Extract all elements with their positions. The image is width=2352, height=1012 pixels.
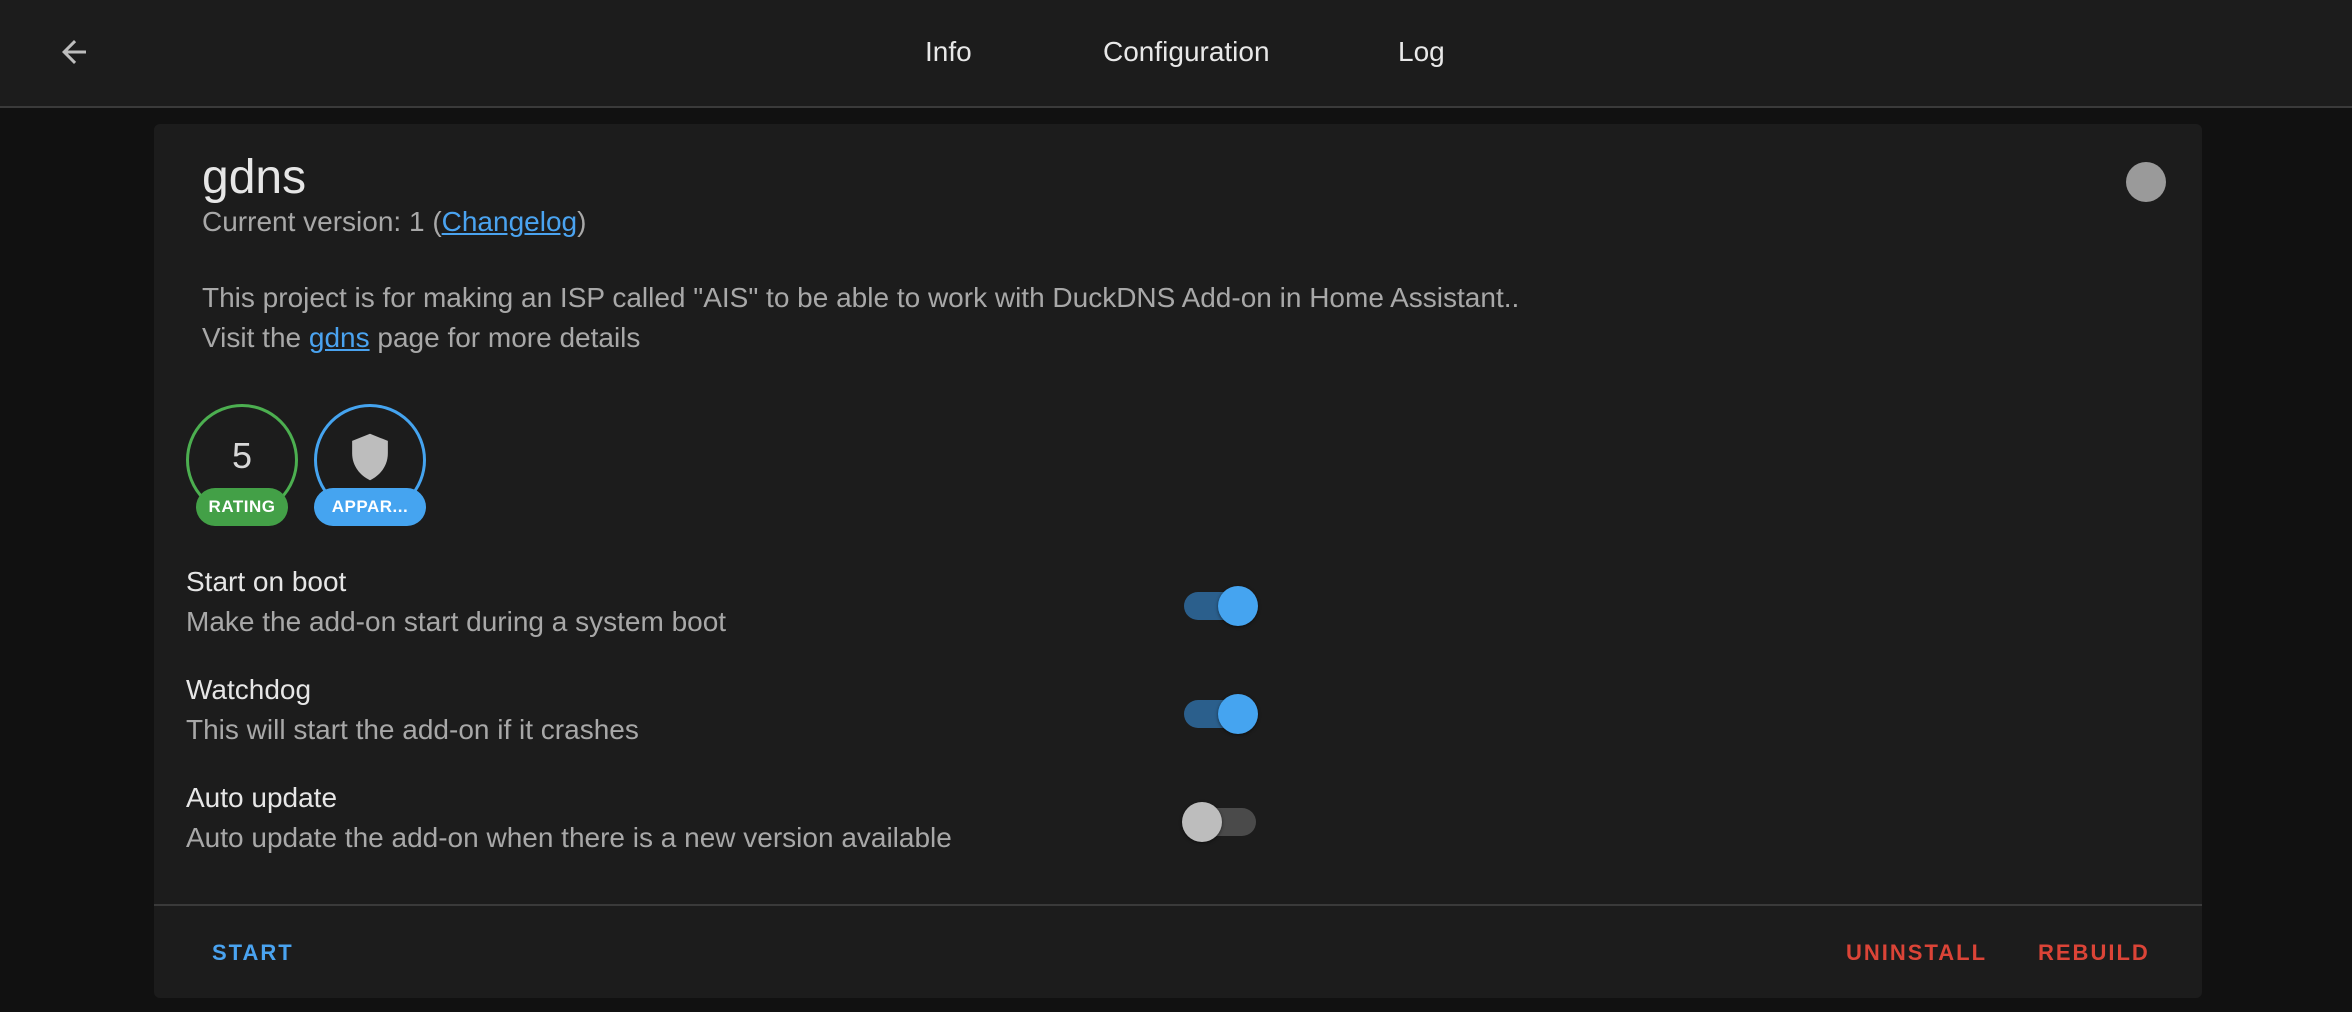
back-button[interactable]: [48, 28, 100, 76]
apparmor-badge[interactable]: APPAR...: [314, 404, 426, 526]
start-on-boot-toggle[interactable]: [1184, 582, 1258, 626]
rebuild-button[interactable]: REBUILD: [2038, 940, 2150, 966]
toggle-thumb: [1182, 802, 1222, 842]
tab-log[interactable]: Log: [1398, 0, 1445, 104]
setting-watchdog-title: Watchdog: [186, 674, 312, 705]
visit-line: Visit the gdns page for more details: [202, 318, 1519, 358]
setting-watchdog-subtitle: This will start the add-on if it crashes: [186, 714, 639, 745]
description-text: This project is for making an ISP called…: [202, 282, 1520, 313]
start-button[interactable]: START: [212, 940, 294, 966]
version-prefix: Current version: 1 (: [202, 206, 442, 237]
version-suffix: ): [577, 206, 587, 237]
auto-update-toggle[interactable]: [1182, 798, 1258, 842]
arrow-left-icon: [62, 40, 86, 64]
addon-description: This project is for making an ISP called…: [202, 278, 1519, 358]
addon-info-card: gdns Current version: 1 (Changelog) This…: [154, 124, 2202, 998]
toggle-thumb: [1218, 694, 1258, 734]
toggle-thumb: [1218, 586, 1258, 626]
tab-info[interactable]: Info: [925, 0, 972, 104]
uninstall-button[interactable]: UNINSTALL: [1846, 940, 1987, 966]
watchdog-toggle[interactable]: [1184, 690, 1258, 734]
setting-start-on-boot-subtitle: Make the add-on start during a system bo…: [186, 606, 727, 637]
changelog-link[interactable]: Changelog: [442, 206, 577, 237]
addon-page-link[interactable]: gdns: [309, 322, 370, 353]
status-indicator: [2126, 162, 2166, 202]
visit-suffix: page for more details: [369, 322, 641, 353]
apparmor-label: APPAR...: [314, 488, 426, 526]
addon-title: gdns: [202, 151, 307, 204]
tab-configuration[interactable]: Configuration: [1103, 0, 1270, 104]
setting-start-on-boot-title: Start on boot: [186, 566, 347, 597]
card-actions-divider: [154, 904, 2202, 906]
visit-prefix: Visit the: [202, 322, 309, 353]
shield-icon: [352, 433, 388, 481]
addon-version: Current version: 1 (Changelog): [202, 206, 586, 238]
top-app-bar: Info Configuration Log: [0, 0, 2352, 108]
setting-auto-update-subtitle: Auto update the add-on when there is a n…: [186, 822, 952, 853]
rating-label: RATING: [196, 488, 288, 526]
rating-badge[interactable]: 5 RATING: [186, 404, 298, 526]
setting-auto-update-title: Auto update: [186, 782, 338, 813]
